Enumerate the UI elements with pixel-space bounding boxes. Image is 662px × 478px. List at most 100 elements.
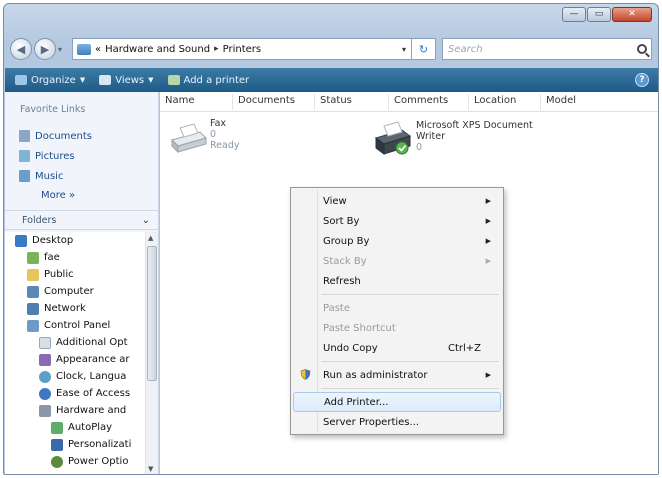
menu-item-run-as-administrator[interactable]: Run as administrator ▶ — [293, 365, 501, 385]
address-prefix: « — [95, 43, 102, 55]
printer-item-fax[interactable]: Fax 0 Ready — [166, 118, 240, 154]
tree-item-autoplay[interactable]: AutoPlay — [51, 419, 112, 436]
scroll-up-icon[interactable]: ▲ — [148, 234, 153, 242]
favorite-link-label: Documents — [35, 130, 93, 142]
tree-item-public[interactable]: Public — [27, 266, 74, 283]
refresh-button[interactable]: ↻ — [412, 38, 436, 60]
breadcrumb-hardware-and-sound[interactable]: Hardware and Sound — [105, 44, 210, 55]
documents-icon — [19, 130, 30, 142]
scrollbar-thumb[interactable] — [147, 246, 157, 381]
menu-separator — [321, 361, 499, 362]
fax-printer-icon — [166, 118, 210, 154]
tree-item-clock-language[interactable]: Clock, Langua — [39, 368, 126, 385]
organize-icon — [15, 75, 27, 85]
views-button[interactable]: Views ▼ — [99, 74, 154, 86]
more-links-button[interactable]: More » — [41, 190, 75, 201]
user-folder-icon — [27, 251, 39, 264]
ease-of-access-icon — [39, 387, 51, 400]
chevron-down-icon: ⌄ — [141, 214, 150, 226]
tree-item-label: Desktop — [32, 235, 74, 246]
favorite-link-music[interactable]: Music — [19, 166, 92, 186]
menu-item-paste[interactable]: Paste — [293, 298, 501, 318]
pictures-icon — [19, 150, 30, 162]
tree-item-personalization[interactable]: Personalizati — [51, 436, 131, 453]
maximize-button[interactable]: ▭ — [587, 7, 611, 22]
chevron-down-icon: ▼ — [148, 76, 154, 84]
submenu-arrow-icon: ▶ — [485, 257, 491, 265]
menu-item-group-by[interactable]: Group By ▶ — [293, 231, 501, 251]
back-arrow-icon: ◀ — [16, 42, 26, 56]
menu-item-view[interactable]: View ▶ — [293, 191, 501, 211]
tree-item-network[interactable]: Network — [27, 300, 86, 317]
favorite-link-documents[interactable]: Documents — [19, 126, 92, 146]
address-bar[interactable]: « Hardware and Sound ▸ Printers ▾ — [72, 38, 412, 60]
tree-item-ease-of-access[interactable]: Ease of Access — [39, 385, 130, 402]
clock-icon — [39, 370, 51, 383]
menu-item-stack-by[interactable]: Stack By ▶ — [293, 251, 501, 271]
music-icon — [19, 170, 30, 182]
recent-pages-dropdown[interactable]: ▾ — [58, 45, 68, 54]
forward-button[interactable]: ▶ — [34, 38, 56, 60]
tree-item-desktop[interactable]: Desktop — [15, 232, 73, 249]
menu-item-sort-by[interactable]: Sort By ▶ — [293, 211, 501, 231]
minimize-button[interactable]: — — [562, 7, 586, 22]
column-header-status[interactable]: Status — [320, 95, 352, 106]
tree-item-label: Ease of Access — [56, 388, 131, 399]
breadcrumb-separator-icon[interactable]: ▸ — [214, 44, 219, 54]
uac-shield-icon — [300, 369, 311, 380]
menu-item-undo-copy[interactable]: Undo Copy Ctrl+Z — [293, 338, 501, 358]
address-dropdown-icon[interactable]: ▾ — [397, 45, 411, 54]
hardware-icon — [39, 404, 51, 417]
column-header-location[interactable]: Location — [474, 95, 516, 106]
menu-item-paste-shortcut[interactable]: Paste Shortcut — [293, 318, 501, 338]
tree-item-label: Hardware and — [56, 405, 127, 416]
menu-item-label: Refresh — [323, 275, 361, 287]
tree-item-computer[interactable]: Computer — [27, 283, 94, 300]
column-divider[interactable] — [232, 94, 233, 110]
search-input[interactable]: Search — [442, 38, 652, 60]
breadcrumb-printers[interactable]: Printers — [223, 44, 261, 55]
tree-item-label: Appearance ar — [56, 354, 130, 365]
column-header-name[interactable]: Name — [165, 95, 195, 106]
add-printer-toolbar-button[interactable]: Add a printer — [167, 74, 250, 86]
printer-name: Microsoft XPS Document — [416, 120, 533, 131]
column-divider[interactable] — [468, 94, 469, 110]
tree-scrollbar[interactable]: ▲ ▼ — [145, 232, 158, 474]
tree-item-power-options[interactable]: Power Optio — [51, 453, 128, 470]
menu-item-refresh[interactable]: Refresh — [293, 271, 501, 291]
scroll-down-icon[interactable]: ▼ — [148, 465, 153, 473]
column-divider[interactable] — [388, 94, 389, 110]
tree-item-control-panel[interactable]: Control Panel — [27, 317, 110, 334]
column-header-comments[interactable]: Comments — [394, 95, 448, 106]
menu-item-server-properties[interactable]: Server Properties... — [293, 412, 501, 432]
context-menu: View ▶ Sort By ▶ Group By ▶ Stack By ▶ R… — [290, 187, 504, 435]
column-divider[interactable] — [314, 94, 315, 110]
folders-header[interactable]: Folders ⌄ — [5, 210, 158, 230]
menu-item-add-printer[interactable]: Add Printer... — [293, 392, 501, 412]
search-icon[interactable] — [637, 44, 647, 54]
explorer-window: — ▭ ✕ ◀ ▶ ▾ « Hardware and Sound ▸ Print… — [3, 3, 659, 475]
power-options-icon — [51, 455, 63, 468]
menu-item-label: View — [323, 195, 347, 207]
column-header-model[interactable]: Model — [546, 95, 576, 106]
tree-item-hardware-and-sound[interactable]: Hardware and — [39, 402, 126, 419]
close-button[interactable]: ✕ — [612, 7, 652, 22]
menu-item-label: Group By — [323, 235, 370, 247]
tree-item-label: Personalizati — [68, 439, 132, 450]
back-button[interactable]: ◀ — [10, 38, 32, 60]
column-header-documents[interactable]: Documents — [238, 95, 295, 106]
tree-item-label: Additional Opt — [56, 337, 128, 348]
help-button[interactable]: ? — [635, 73, 649, 87]
computer-icon — [27, 285, 39, 298]
tree-item-additional-options[interactable]: Additional Opt — [39, 334, 128, 351]
column-divider[interactable] — [540, 94, 541, 110]
views-label: Views — [115, 74, 145, 86]
favorite-link-pictures[interactable]: Pictures — [19, 146, 92, 166]
printer-item-microsoft-xps-document-writer[interactable]: Microsoft XPS Document Writer 0 — [372, 120, 533, 156]
menu-item-label: Undo Copy — [323, 342, 378, 354]
tree-item-fae[interactable]: fae — [27, 249, 60, 266]
organize-button[interactable]: Organize ▼ — [15, 75, 85, 86]
refresh-icon: ↻ — [418, 42, 429, 56]
add-printer-label: Add a printer — [183, 74, 250, 86]
tree-item-appearance[interactable]: Appearance ar — [39, 351, 129, 368]
